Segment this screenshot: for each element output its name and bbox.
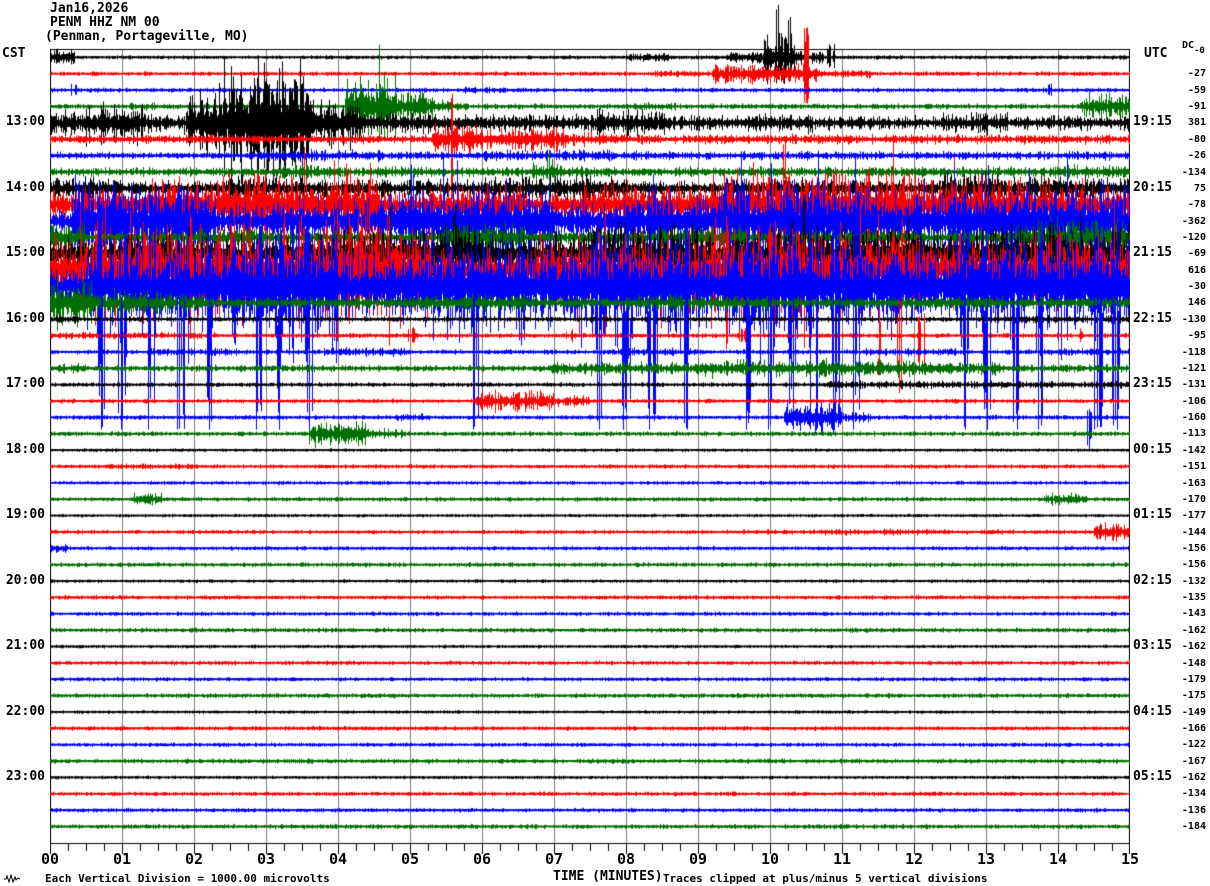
dc-value: 75 (1170, 183, 1206, 194)
dc-value: -121 (1170, 363, 1206, 374)
dc-value: -136 (1170, 805, 1206, 816)
dc-value: -175 (1170, 690, 1206, 701)
dc-value: -177 (1170, 510, 1206, 521)
dc-value: -122 (1170, 739, 1206, 750)
x-axis-tick-label: 06 (460, 850, 504, 868)
cst-hour-label: 23:00 (0, 769, 45, 785)
dc-value: -179 (1170, 674, 1206, 685)
x-axis-tick-label: 04 (316, 850, 360, 868)
dc-value: -362 (1170, 216, 1206, 227)
dc-value: -156 (1170, 559, 1206, 570)
dc-value: 616 (1170, 265, 1206, 276)
dc-first-value: -0 (1194, 46, 1205, 56)
dc-value: -134 (1170, 167, 1206, 178)
x-axis-tick-label: 08 (604, 850, 648, 868)
dc-value: -167 (1170, 756, 1206, 767)
dc-value: -69 (1170, 248, 1206, 259)
dc-value: -95 (1170, 330, 1206, 341)
cst-hour-label: 21:00 (0, 638, 45, 654)
dc-value: -142 (1170, 445, 1206, 456)
x-axis-tick-label: 12 (892, 850, 936, 868)
dc-value: -149 (1170, 707, 1206, 718)
x-axis-tick-label: 07 (532, 850, 576, 868)
dc-value: -134 (1170, 788, 1206, 799)
cst-hour-label: 14:00 (0, 180, 45, 196)
dc-value: -106 (1170, 396, 1206, 407)
dc-value: -162 (1170, 625, 1206, 636)
dc-value: -143 (1170, 608, 1206, 619)
dc-value: -30 (1170, 281, 1206, 292)
cst-hour-label: 15:00 (0, 245, 45, 261)
dc-value: 381 (1170, 117, 1206, 128)
cst-hour-label: 13:00 (0, 114, 45, 130)
x-axis-tick-label: 05 (388, 850, 432, 868)
x-axis-tick-label: 13 (964, 850, 1008, 868)
cst-hour-label: 17:00 (0, 376, 45, 392)
dc-value: -160 (1170, 412, 1206, 423)
x-axis-tick-label: 14 (1036, 850, 1080, 868)
dc-value: -162 (1170, 641, 1206, 652)
cst-hour-label: 16:00 (0, 311, 45, 327)
x-axis-tick-label: 00 (28, 850, 72, 868)
dc-value: -163 (1170, 478, 1206, 489)
x-axis-tick-label: 01 (100, 850, 144, 868)
dc-value: -170 (1170, 494, 1206, 505)
scale-note: Each Vertical Division = 1000.00 microvo… (45, 872, 330, 885)
dc-value: -131 (1170, 379, 1206, 390)
dc-value: -113 (1170, 428, 1206, 439)
dc-value: -26 (1170, 150, 1206, 161)
dc-value: -184 (1170, 821, 1206, 832)
dc-value: -27 (1170, 68, 1206, 79)
dc-value: -144 (1170, 527, 1206, 538)
x-axis-tick-label: 09 (676, 850, 720, 868)
cst-hour-label: 19:00 (0, 507, 45, 523)
dc-value: -151 (1170, 461, 1206, 472)
dc-value: -130 (1170, 314, 1206, 325)
x-axis-tick-label: 10 (748, 850, 792, 868)
dc-value: -166 (1170, 723, 1206, 734)
x-axis-tick-label: 02 (172, 850, 216, 868)
x-axis-tick-label: 03 (244, 850, 288, 868)
dc-value: -80 (1170, 134, 1206, 145)
seismogram-plot (50, 0, 1130, 855)
cst-hour-label: 22:00 (0, 704, 45, 720)
clip-note: Traces clipped at plus/minus 5 vertical … (663, 872, 988, 885)
dc-value: -59 (1170, 85, 1206, 96)
helicorder-page: { "header": { "date": "Jan16,2026", "sta… (0, 0, 1210, 886)
cst-label: CST (2, 46, 25, 61)
dc-value: -135 (1170, 592, 1206, 603)
x-axis-tick-label: 15 (1108, 850, 1152, 868)
utc-label: UTC (1144, 46, 1167, 61)
dc-label: DC (1182, 40, 1194, 51)
dc-value: -120 (1170, 232, 1206, 243)
cst-hour-label: 18:00 (0, 442, 45, 458)
mini-waveform-icon (4, 874, 20, 883)
dc-value: -118 (1170, 347, 1206, 358)
dc-value: -132 (1170, 576, 1206, 587)
cst-hour-label: 20:00 (0, 573, 45, 589)
dc-value: -91 (1170, 101, 1206, 112)
x-axis-tick-label: 11 (820, 850, 864, 868)
dc-value: -148 (1170, 658, 1206, 669)
dc-value: -156 (1170, 543, 1206, 554)
dc-value: -78 (1170, 199, 1206, 210)
dc-value: 146 (1170, 297, 1206, 308)
x-axis-title: TIME (MINUTES) (553, 869, 663, 884)
dc-value: -162 (1170, 772, 1206, 783)
